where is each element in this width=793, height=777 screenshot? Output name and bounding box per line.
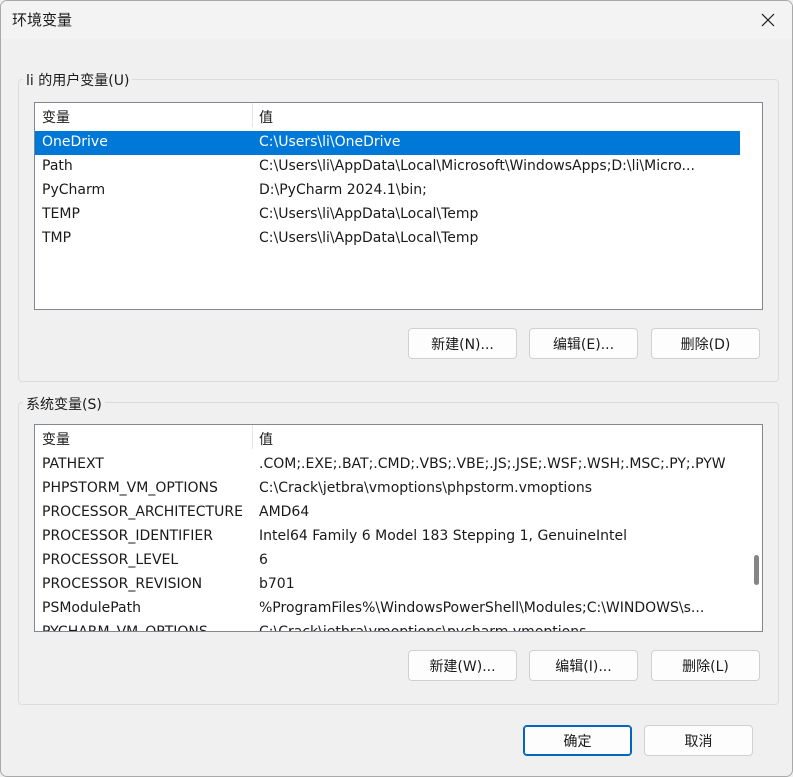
ok-button[interactable]: 确定 bbox=[523, 725, 632, 756]
variable-value-cell: C:\Users\li\AppData\Local\Temp bbox=[259, 230, 479, 246]
table-row[interactable]: PHPSTORM_VM_OPTIONS C:\Crack\jetbra\vmopt… bbox=[35, 477, 740, 501]
column-header-variable[interactable]: 变量 bbox=[42, 429, 70, 449]
scrollbar[interactable] bbox=[752, 427, 760, 627]
variable-name-cell: PROCESSOR_LEVEL bbox=[42, 552, 179, 568]
variable-name-cell: PROCESSOR_ARCHITECTURE bbox=[42, 504, 243, 520]
user-variables-rows: OneDrive C:\Users\li\OneDrive Path C:\Users… bbox=[35, 131, 740, 251]
column-divider[interactable] bbox=[252, 425, 253, 449]
table-row[interactable]: PATHEXT .COM;.EXE;.BAT;.CMD;.VBS;.VBE;.JS… bbox=[35, 453, 740, 477]
table-row[interactable]: TEMP C:\Users\li\AppData\Local\Temp bbox=[35, 203, 740, 227]
close-button[interactable] bbox=[744, 1, 792, 39]
system-new-button[interactable]: 新建(W)... bbox=[408, 650, 517, 681]
table-row[interactable]: PROCESSOR_ARCHITECTURE AMD64 bbox=[35, 501, 740, 525]
system-variables-list[interactable]: 变量 值 PATHEXT .COM;.EXE;.BAT;.CMD;.VBS;.VB… bbox=[34, 424, 763, 632]
table-row[interactable]: TMP C:\Users\li\AppData\Local\Temp bbox=[35, 227, 740, 251]
environment-variables-dialog: 环境变量 li 的用户变量(U) 变量 值 OneDrive C:\Users\l… bbox=[0, 0, 793, 777]
column-header-value[interactable]: 值 bbox=[259, 429, 273, 449]
variable-value-cell: %ProgramFiles%\WindowsPowerShell\Modules… bbox=[259, 600, 705, 616]
variable-name-cell: PATHEXT bbox=[42, 456, 104, 472]
table-row[interactable]: PROCESSOR_REVISION b701 bbox=[35, 573, 740, 597]
system-variables-rows: PATHEXT .COM;.EXE;.BAT;.CMD;.VBS;.VBE;.JS… bbox=[35, 453, 740, 632]
variable-value-cell: 6 bbox=[259, 552, 268, 568]
list-header: 变量 值 bbox=[35, 425, 762, 449]
variable-value-cell: C:\Crack\jetbra\vmoptions\phpstorm.vmopt… bbox=[259, 480, 593, 496]
variable-value-cell: D:\PyCharm 2024.1\bin; bbox=[259, 182, 427, 198]
column-header-value[interactable]: 值 bbox=[259, 107, 273, 127]
column-divider[interactable] bbox=[252, 103, 253, 127]
window-title: 环境变量 bbox=[12, 11, 73, 29]
cancel-button[interactable]: 取消 bbox=[644, 725, 753, 756]
variable-value-cell: C:\Users\li\AppData\Local\Temp bbox=[259, 206, 479, 222]
user-variables-list[interactable]: 变量 值 OneDrive C:\Users\li\OneDrive Path C:\… bbox=[34, 102, 763, 310]
variable-name-cell: TEMP bbox=[42, 206, 80, 222]
system-edit-button[interactable]: 编辑(I)... bbox=[529, 650, 638, 681]
table-row[interactable]: PYCHARM_VM_OPTIONS C:\Crack\jetbra\vmopti… bbox=[35, 621, 740, 632]
variable-name-cell: PSModulePath bbox=[42, 600, 141, 616]
user-variables-label: li 的用户变量(U) bbox=[23, 70, 133, 90]
table-row[interactable]: PROCESSOR_LEVEL 6 bbox=[35, 549, 740, 573]
variable-value-cell: C:\Users\li\AppData\Local\Microsoft\Wind… bbox=[259, 158, 695, 174]
variable-value-cell: AMD64 bbox=[259, 504, 310, 520]
table-row[interactable]: PyCharm D:\PyCharm 2024.1\bin; bbox=[35, 179, 740, 203]
system-delete-button[interactable]: 删除(L) bbox=[651, 650, 760, 681]
scrollbar-thumb[interactable] bbox=[754, 555, 759, 585]
list-header: 变量 值 bbox=[35, 103, 762, 127]
variable-name-cell: OneDrive bbox=[42, 134, 108, 150]
variable-name-cell: PHPSTORM_VM_OPTIONS bbox=[42, 480, 218, 496]
table-row[interactable]: Path C:\Users\li\AppData\Local\Microsoft\… bbox=[35, 155, 740, 179]
variable-name-cell: PROCESSOR_REVISION bbox=[42, 576, 203, 592]
table-row[interactable]: PSModulePath %ProgramFiles%\WindowsPowerS… bbox=[35, 597, 740, 621]
title-bar: 环境变量 bbox=[1, 1, 792, 39]
variable-name-cell: PyCharm bbox=[42, 182, 106, 198]
variable-name-cell: TMP bbox=[42, 230, 72, 246]
variable-value-cell: C:\Crack\jetbra\vmoptions\pycharm.vmopti… bbox=[259, 624, 587, 632]
system-variables-label: 系统变量(S) bbox=[23, 394, 105, 414]
column-header-variable[interactable]: 变量 bbox=[42, 107, 70, 127]
variable-name-cell: PYCHARM_VM_OPTIONS bbox=[42, 624, 208, 632]
table-row[interactable]: OneDrive C:\Users\li\OneDrive bbox=[35, 131, 740, 155]
variable-name-cell: PROCESSOR_IDENTIFIER bbox=[42, 528, 213, 544]
variable-value-cell: b701 bbox=[259, 576, 295, 592]
user-edit-button[interactable]: 编辑(E)... bbox=[529, 328, 638, 359]
user-new-button[interactable]: 新建(N)... bbox=[408, 328, 517, 359]
table-row[interactable]: PROCESSOR_IDENTIFIER Intel64 Family 6 Mod… bbox=[35, 525, 740, 549]
variable-value-cell: .COM;.EXE;.BAT;.CMD;.VBS;.VBE;.JS;.JSE;.… bbox=[259, 456, 726, 472]
variable-value-cell: C:\Users\li\OneDrive bbox=[259, 134, 401, 150]
variable-name-cell: Path bbox=[42, 158, 73, 174]
close-icon bbox=[761, 13, 775, 27]
variable-value-cell: Intel64 Family 6 Model 183 Stepping 1, G… bbox=[259, 528, 628, 544]
user-delete-button[interactable]: 删除(D) bbox=[651, 328, 760, 359]
